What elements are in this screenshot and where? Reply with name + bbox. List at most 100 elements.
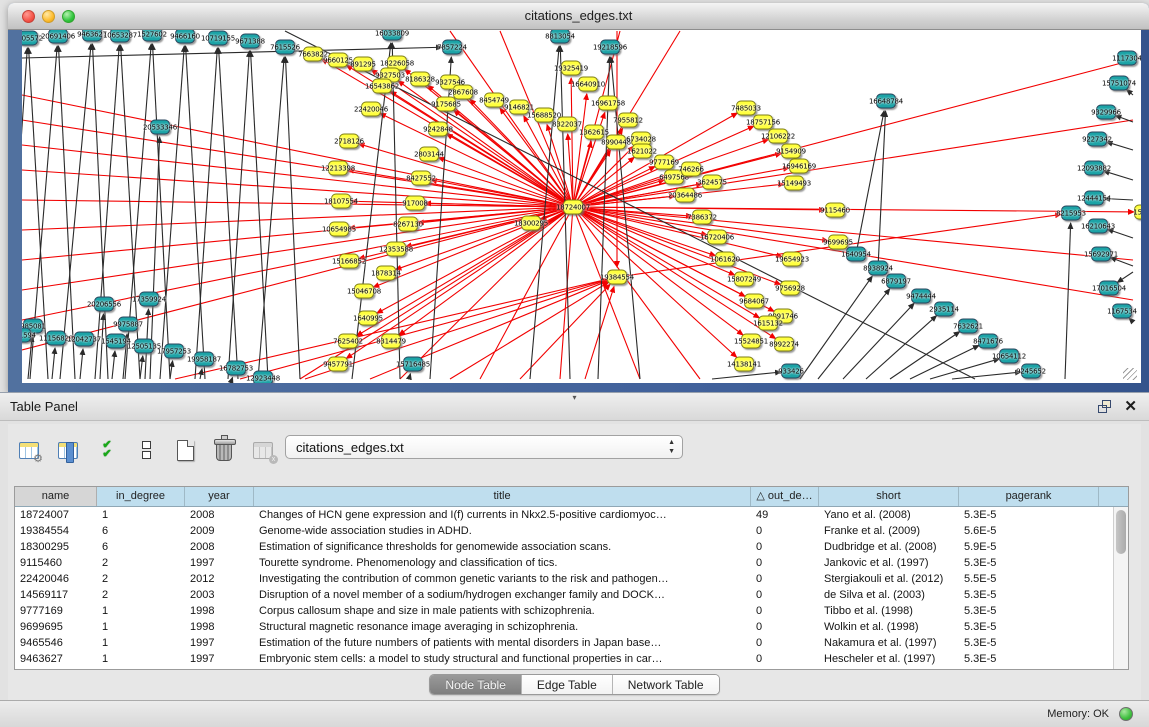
graph-node[interactable]: 7632621 [958,319,978,334]
column-header-name[interactable]: name [15,487,97,506]
network-canvas[interactable]: 9405572206914069463627106532871527602946… [22,30,1141,383]
graph-node[interactable]: 15716485 [403,357,423,372]
graph-node[interactable]: 2935114 [934,302,954,317]
graph-node[interactable]: 1878314 [376,266,396,281]
scrollbar-thumb[interactable] [1116,510,1126,554]
graph-node[interactable]: 1527602 [142,30,162,42]
graph-node[interactable]: 15166852 [339,254,359,269]
graph-node[interactable]: 20364486 [675,188,695,203]
column-header-in_degree[interactable]: in_degree [97,487,185,506]
graph-node[interactable]: 15998 [1134,205,1141,220]
graph-node[interactable]: 10719155 [208,31,228,46]
graph-node[interactable]: 16640910 [578,77,598,92]
graph-node[interactable]: 17016504 [1099,281,1119,296]
graph-node[interactable]: 14138141 [734,357,754,372]
table-row[interactable]: 1830029562008Estimation of significance … [15,539,1128,555]
graph-node[interactable]: 9227342 [1087,132,1107,147]
graph-node[interactable]: 8992274 [774,337,794,352]
graph-node[interactable]: 8215953 [1061,206,1081,221]
graph-node[interactable]: 8267130 [398,217,418,232]
graph-node[interactable]: 1167534 [1112,304,1132,319]
table-row[interactable]: 1872400712008Changes of HCN gene express… [15,507,1128,523]
graph-node[interactable]: 9405572 [22,31,38,46]
graph-node[interactable]: 19218596 [600,40,620,55]
graph-node[interactable]: 16648784 [876,94,896,109]
vertical-scrollbar[interactable] [1113,507,1128,669]
graph-node[interactable]: 2718126 [339,134,359,149]
graph-node[interactable]: 7955812 [618,113,638,128]
graph-node[interactable]: 8454749 [484,93,504,108]
graph-node[interactable]: 9474444 [911,289,931,304]
graph-node[interactable]: 9777169 [654,155,674,170]
graph-node[interactable]: 12923448 [253,371,273,384]
graph-node[interactable]: 9457791 [328,357,348,372]
delete-rows-button[interactable] [209,435,239,465]
graph-node[interactable]: 891295 [353,57,373,72]
graph-node[interactable]: 16720406 [707,230,727,245]
graph-node[interactable]: 20533346 [150,120,170,135]
column-header-short[interactable]: short [819,487,959,506]
table-row[interactable]: 946554611997Estimation of the future num… [15,635,1128,651]
graph-node[interactable]: 9699695 [828,235,848,250]
graph-node[interactable]: 7625402 [338,334,358,349]
graph-node[interactable]: 9463627 [82,30,102,42]
graph-node[interactable]: 12093882 [1084,161,1104,176]
graph-node[interactable]: 8471676 [978,334,998,349]
graph-node[interactable]: 11156829 [46,331,66,346]
graph-node[interactable]: 18757156 [753,115,773,130]
graph-node[interactable]: 1615132 [758,316,778,331]
graph-node[interactable]: 9391594 [22,328,31,343]
graph-node[interactable]: 17957253 [164,344,184,359]
close-panel-icon[interactable]: ✕ [1124,397,1137,415]
graph-node[interactable]: 18107554 [331,194,351,209]
new-table-button[interactable] [170,435,200,465]
graph-node[interactable]: 9154909 [781,144,801,159]
graph-node[interactable]: 7857224 [442,40,462,55]
graph-node[interactable]: 16543862 [372,79,392,94]
graph-node[interactable]: 9466160 [175,30,195,44]
graph-node[interactable]: 1061620 [715,252,735,267]
graph-node[interactable]: 1117304 [1117,51,1137,66]
splitter-handle-icon[interactable]: ▾ [572,393,576,402]
graph-node[interactable]: 12106222 [768,129,788,144]
graph-node[interactable]: 16210643 [1088,219,1108,234]
graph-node[interactable]: 8314479 [381,334,401,349]
graph-node[interactable]: 1640995 [358,311,378,326]
graph-node[interactable]: 9975887 [118,317,138,332]
graph-node[interactable]: 7663822 [303,47,323,62]
graph-node[interactable]: 7615526 [275,40,295,55]
graph-node[interactable]: 12213398 [328,161,348,176]
graph-node[interactable]: 9329966 [1096,105,1116,120]
graph-node[interactable]: 18724007 [563,200,583,215]
graph-node[interactable]: 16946169 [789,159,809,174]
graph-node[interactable]: 9242848 [428,122,448,137]
graph-node[interactable]: 15046708 [354,284,374,299]
column-header-year[interactable]: year [185,487,254,506]
table-row[interactable]: 911546021997Tourette syndrome. Phenomeno… [15,555,1128,571]
column-header-out_de[interactable]: △ out_de… [751,487,819,506]
graph-node[interactable]: 7485033 [736,101,756,116]
column-header-title[interactable]: title [254,487,751,506]
graph-node[interactable]: 8186328 [410,72,430,87]
graph-node[interactable]: 8427552 [411,171,431,186]
graph-node[interactable]: 7386372 [692,210,712,225]
graph-node[interactable]: 6879197 [886,274,906,289]
column-header-pagerank[interactable]: pagerank [959,487,1099,506]
graph-node[interactable]: 9671388 [240,34,260,49]
graph-node[interactable]: 12353588 [386,242,406,257]
select-all-button[interactable]: ✔✔ [92,435,122,465]
graph-node[interactable]: 16961758 [598,96,618,111]
canvas-resize-grip[interactable] [1123,368,1137,380]
graph-node[interactable]: 17359924 [139,292,159,307]
table-row[interactable]: 946362711997Embryonic stem cells: a mode… [15,651,1128,667]
table-row[interactable]: 1456911722003Disruption of a novel membe… [15,587,1128,603]
graph-node[interactable]: 19958187 [194,352,214,367]
graph-node[interactable]: 20206556 [94,297,114,312]
graph-node[interactable]: 22420046 [361,102,381,117]
table-row[interactable]: 977716911998Corpus callosum shape and si… [15,603,1128,619]
graph-node[interactable]: 18300295 [521,216,541,231]
graph-node[interactable]: 933426 [781,364,801,379]
clear-selection-button[interactable] [131,435,161,465]
tab-network-table[interactable]: Network Table [613,675,719,694]
table-select-dropdown[interactable]: citations_edges.txt ▲▼ [285,435,683,459]
